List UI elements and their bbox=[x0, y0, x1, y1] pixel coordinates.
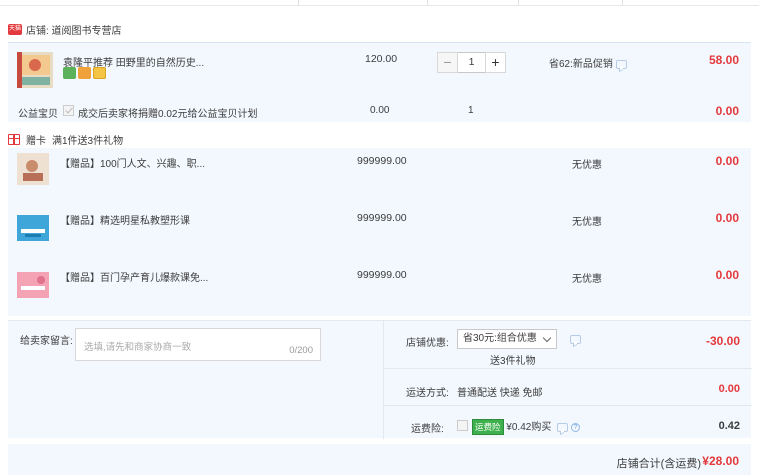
shop-discount-label: 店铺优惠: bbox=[406, 338, 449, 349]
tmall-icon: 天猫 bbox=[8, 23, 22, 35]
shop-discount-select[interactable]: 省30元:组合优惠 bbox=[457, 329, 557, 349]
increase-button[interactable]: + bbox=[485, 52, 506, 73]
gift-title[interactable]: 【赠品】精选明星私教塑形课 bbox=[60, 212, 190, 227]
comment-icon[interactable] bbox=[557, 422, 569, 432]
gift-subtotal: 0.00 bbox=[715, 154, 739, 168]
message-label: 给卖家留言: bbox=[20, 336, 73, 347]
gift-header-text: 满1件送3件礼物 bbox=[52, 136, 124, 147]
gift-subtotal: 0.00 bbox=[715, 268, 739, 282]
guarantee-icon bbox=[78, 67, 91, 79]
help-icon[interactable]: ? bbox=[570, 422, 580, 432]
message-placeholder: 选填,请先和商家协商一致 bbox=[84, 342, 192, 353]
shop-discount-note: 送3件礼物 bbox=[490, 356, 536, 367]
insurance-label: 运费险: bbox=[411, 424, 444, 435]
gift-title[interactable]: 【赠品】百门孕产育儿爆款课免... bbox=[60, 269, 208, 284]
charity-subtotal: 0.00 bbox=[715, 104, 739, 118]
insurance-row: 运费险: 运费险 ¥0.42购买 ? 0.42 bbox=[384, 406, 752, 439]
chevron-down-icon bbox=[542, 333, 552, 343]
insurance-value: ¥0.42购买 bbox=[506, 422, 552, 433]
credit-card-icon bbox=[93, 67, 106, 79]
quantity-stepper: − 1 + bbox=[437, 52, 506, 73]
gift-promo: 无优惠 bbox=[572, 217, 602, 228]
product-unit-price: 120.00 bbox=[365, 53, 398, 65]
product-badges bbox=[63, 67, 106, 79]
gift-price: 999999.00 bbox=[357, 155, 407, 167]
comment-icon[interactable] bbox=[615, 59, 627, 69]
shop-total-footer: 店铺合计(含运费) ¥28.00 bbox=[8, 444, 751, 475]
gift-promo: 无优惠 bbox=[572, 160, 602, 171]
shop-discount-amount: -30.00 bbox=[705, 334, 740, 348]
charity-label: 公益宝贝 bbox=[18, 109, 58, 120]
gift-item: 【赠品】精选明星私教塑形课 999999.00 无优惠 0.00 bbox=[8, 205, 751, 262]
insurance-amount: 0.42 bbox=[718, 420, 740, 432]
shipping-label: 运送方式: bbox=[406, 388, 449, 399]
shipping-amount: 0.00 bbox=[718, 383, 740, 395]
quantity-input[interactable]: 1 bbox=[458, 52, 485, 73]
shop-discount-row: 店铺优惠: 省30元:组合优惠 送3件礼物 -30.00 bbox=[384, 321, 752, 369]
message-textarea[interactable]: 选填,请先和商家协商一致 0/200 bbox=[75, 328, 321, 361]
gift-header: 赠卡 满1件送3件礼物 bbox=[8, 132, 123, 147]
product-thumbnail[interactable] bbox=[17, 52, 53, 88]
charity-text: 成交后卖家将捐赠0.02元给公益宝贝计划 bbox=[78, 109, 258, 120]
product-subtotal: 58.00 bbox=[708, 53, 739, 67]
charity-checkbox[interactable] bbox=[63, 105, 74, 116]
insurance-tag: 运费险 bbox=[472, 419, 504, 436]
gift-header-label: 赠卡 bbox=[26, 136, 46, 147]
gift-thumbnail[interactable] bbox=[17, 153, 49, 185]
comment-icon[interactable] bbox=[570, 335, 581, 344]
order-options: 给卖家留言: 选填,请先和商家协商一致 0/200 店铺优惠: 省30元:组合优… bbox=[8, 320, 752, 439]
decrease-button[interactable]: − bbox=[437, 52, 458, 73]
gift-list: 【赠品】100门人文、兴趣、职... 999999.00 无优惠 0.00 【赠… bbox=[8, 148, 751, 316]
insurance-checkbox[interactable] bbox=[457, 420, 468, 431]
gift-subtotal: 0.00 bbox=[715, 211, 739, 225]
gift-item: 【赠品】百门孕产育儿爆款课免... 999999.00 无优惠 0.00 bbox=[8, 262, 751, 316]
gift-icon bbox=[8, 134, 20, 145]
charity-price: 0.00 bbox=[370, 105, 390, 116]
shop-total-label: 店铺合计(含运费) bbox=[616, 458, 701, 470]
shop-header: 天猫 店铺: 道阅图书专营店 bbox=[8, 22, 122, 37]
insurance-option[interactable]: 运费险 ¥0.42购买 ? bbox=[472, 418, 580, 436]
gift-price: 999999.00 bbox=[357, 212, 407, 224]
shop-total-amount: ¥28.00 bbox=[702, 454, 739, 468]
summary-pane: 店铺优惠: 省30元:组合优惠 送3件礼物 -30.00 运送方式: 普通配送 … bbox=[383, 321, 752, 439]
shipping-value: 普通配送 快递 免邮 bbox=[457, 388, 543, 399]
gift-thumbnail[interactable] bbox=[17, 215, 49, 241]
gift-thumbnail[interactable] bbox=[17, 272, 49, 298]
charity-quantity: 1 bbox=[468, 105, 474, 116]
promotion-text: 省62:新品促销 bbox=[549, 59, 613, 70]
shop-discount-selected: 省30元:组合优惠 bbox=[463, 333, 537, 344]
shop-name[interactable]: 店铺: 道阅图书专营店 bbox=[26, 22, 122, 37]
7day-return-icon bbox=[63, 67, 76, 79]
gift-title[interactable]: 【赠品】100门人文、兴趣、职... bbox=[60, 155, 205, 170]
gift-price: 999999.00 bbox=[357, 269, 407, 281]
charity-row: 公益宝贝 成交后卖家将捐赠0.02元给公益宝贝计划 0.00 1 0.00 bbox=[8, 100, 751, 122]
message-counter: 0/200 bbox=[289, 345, 313, 356]
shipping-row: 运送方式: 普通配送 快递 免邮 0.00 bbox=[384, 369, 752, 406]
gift-promo: 无优惠 bbox=[572, 274, 602, 285]
top-divider bbox=[0, 0, 759, 6]
gift-item: 【赠品】100门人文、兴趣、职... 999999.00 无优惠 0.00 bbox=[8, 148, 751, 205]
product-promotion[interactable]: 省62:新品促销 bbox=[549, 55, 627, 70]
